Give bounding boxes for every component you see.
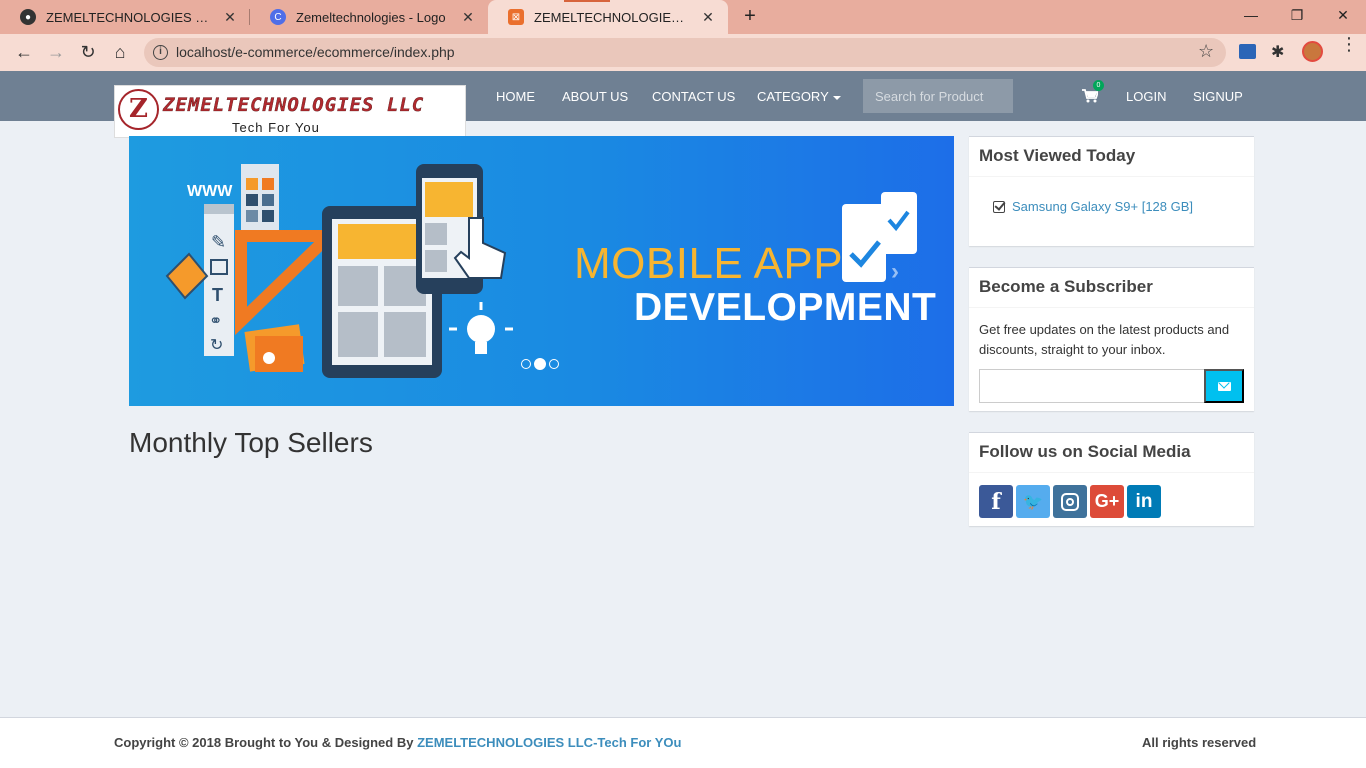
close-window-button[interactable]: ✕ — [1320, 4, 1366, 28]
logo-mark: Z — [118, 89, 159, 130]
carousel-next-chevron-icon[interactable]: › — [891, 258, 899, 286]
footer-rights: All rights reserved — [1142, 735, 1257, 750]
extension-icon[interactable] — [1239, 44, 1256, 59]
check-square-icon — [993, 200, 1005, 213]
globe-icon: ● — [20, 9, 36, 25]
forward-arrow-icon[interactable]: → — [43, 39, 69, 65]
browser-tab-1[interactable]: ● ZEMELTECHNOLOGIES LLC-Tech For You ✕ — [0, 0, 250, 34]
svg-text:✎: ✎ — [211, 232, 226, 252]
puzzle-icon[interactable]: ✱ — [1271, 42, 1284, 62]
tab-title: Zemeltechnologies - Logo — [296, 9, 446, 25]
svg-text:↻: ↻ — [210, 337, 223, 354]
subscribe-box: Become a Subscriber Get free updates on … — [969, 267, 1254, 411]
carousel-indicator-3[interactable] — [549, 359, 559, 369]
tab-title: ZEMELTECHNOLOGIES LLC-Tech For You — [46, 9, 214, 25]
restore-button[interactable]: ❐ — [1274, 4, 1320, 28]
cart-count-badge: 0 — [1093, 80, 1104, 91]
google-plus-icon[interactable]: G+ — [1090, 485, 1124, 518]
instagram-icon[interactable] — [1053, 485, 1087, 518]
bookmark-star-icon[interactable]: ☆ — [1198, 41, 1214, 62]
home-icon[interactable]: ⌂ — [107, 39, 133, 65]
tab-close-icon[interactable]: ✕ — [700, 9, 716, 26]
nav-signup[interactable]: SIGNUP — [1193, 89, 1243, 104]
hero-carousel[interactable]: WWW ✎ T ⚭ ↻ MOBILE APP DEVELOPMENT › — [129, 136, 954, 406]
address-url[interactable]: localhost/e-commerce/ecommerce/index.php — [176, 44, 455, 60]
tab-close-icon[interactable]: ✕ — [460, 9, 476, 26]
linkedin-icon[interactable]: in — [1127, 485, 1161, 518]
browser-tab-3-active[interactable]: ⊠ ZEMELTECHNOLOGIES LLC SHOP ✕ — [488, 0, 728, 34]
info-icon[interactable]: i — [153, 45, 168, 60]
nav-home[interactable]: HOME — [496, 89, 535, 104]
slide-heading-line1: MOBILE APP — [574, 239, 844, 288]
subscribe-button[interactable] — [1204, 369, 1244, 403]
shopping-cart-icon[interactable] — [1082, 89, 1098, 103]
most-viewed-item[interactable]: Samsung Galaxy S9+ [128 GB] — [993, 199, 1193, 214]
c-icon: C — [270, 9, 286, 25]
envelope-icon — [1217, 381, 1231, 391]
footer-copyright-text: Copyright © 2018 Brought to You & Design… — [114, 735, 414, 750]
reload-icon[interactable]: ↻ — [75, 39, 101, 65]
svg-text:T: T — [212, 285, 223, 305]
twitter-icon[interactable]: 🐦 — [1016, 485, 1050, 518]
social-box: Follow us on Social Media f 🐦 G+ in — [969, 432, 1254, 526]
nav-category-label: CATEGORY — [757, 89, 829, 104]
footer-copyright: Copyright © 2018 Brought to You & Design… — [114, 735, 681, 750]
facebook-icon[interactable]: f — [979, 485, 1013, 518]
svg-text:WWW: WWW — [187, 183, 233, 200]
new-tab-button[interactable]: + — [738, 5, 762, 29]
logo-title: ZEMELTECHNOLOGIES LLC — [163, 94, 425, 116]
tab-close-icon[interactable]: ✕ — [222, 9, 238, 26]
most-viewed-item-label: Samsung Galaxy S9+ [128 GB] — [1012, 199, 1194, 214]
slide-heading-line2: DEVELOPMENT — [634, 286, 937, 329]
nav-about-us[interactable]: ABOUT US — [562, 89, 628, 104]
minimize-button[interactable]: — — [1228, 4, 1274, 28]
profile-avatar[interactable] — [1302, 41, 1323, 62]
browser-tab-strip: ● ZEMELTECHNOLOGIES LLC-Tech For You ✕ C… — [0, 0, 1366, 34]
back-arrow-icon[interactable]: ← — [11, 39, 37, 65]
caret-down-icon — [832, 95, 841, 100]
monthly-top-sellers-heading: Monthly Top Sellers — [129, 427, 373, 458]
logo-tagline: Tech For You — [232, 120, 320, 135]
carousel-indicator-1[interactable] — [521, 359, 531, 369]
browser-tab-2[interactable]: C Zemeltechnologies - Logo ✕ — [250, 0, 488, 34]
subscribe-title: Become a Subscriber — [969, 268, 1254, 308]
nav-login[interactable]: LOGIN — [1126, 89, 1166, 104]
kebab-menu-icon[interactable]: ⋮ — [1340, 35, 1358, 53]
nav-contact-us[interactable]: CONTACT US — [652, 89, 735, 104]
most-viewed-title: Most Viewed Today — [969, 137, 1254, 177]
site-logo[interactable]: Z ZEMELTECHNOLOGIES LLC Tech For You — [114, 85, 466, 138]
social-title: Follow us on Social Media — [969, 433, 1254, 473]
tab-title: ZEMELTECHNOLOGIES LLC SHOP — [534, 9, 692, 25]
subscribe-email-input[interactable] — [979, 369, 1205, 403]
carousel-indicator-2[interactable] — [534, 358, 546, 370]
xampp-icon: ⊠ — [508, 9, 524, 25]
nav-category-dropdown[interactable]: CATEGORY — [757, 89, 841, 104]
carousel-indicators — [521, 358, 559, 370]
svg-text:⚭: ⚭ — [209, 313, 222, 330]
footer-company-link[interactable]: ZEMELTECHNOLOGIES LLC-Tech For YOu — [417, 735, 681, 750]
product-search-input[interactable] — [863, 79, 1013, 113]
most-viewed-box: Most Viewed Today Samsung Galaxy S9+ [12… — [969, 136, 1254, 246]
subscribe-description: Get free updates on the latest products … — [979, 322, 1230, 357]
